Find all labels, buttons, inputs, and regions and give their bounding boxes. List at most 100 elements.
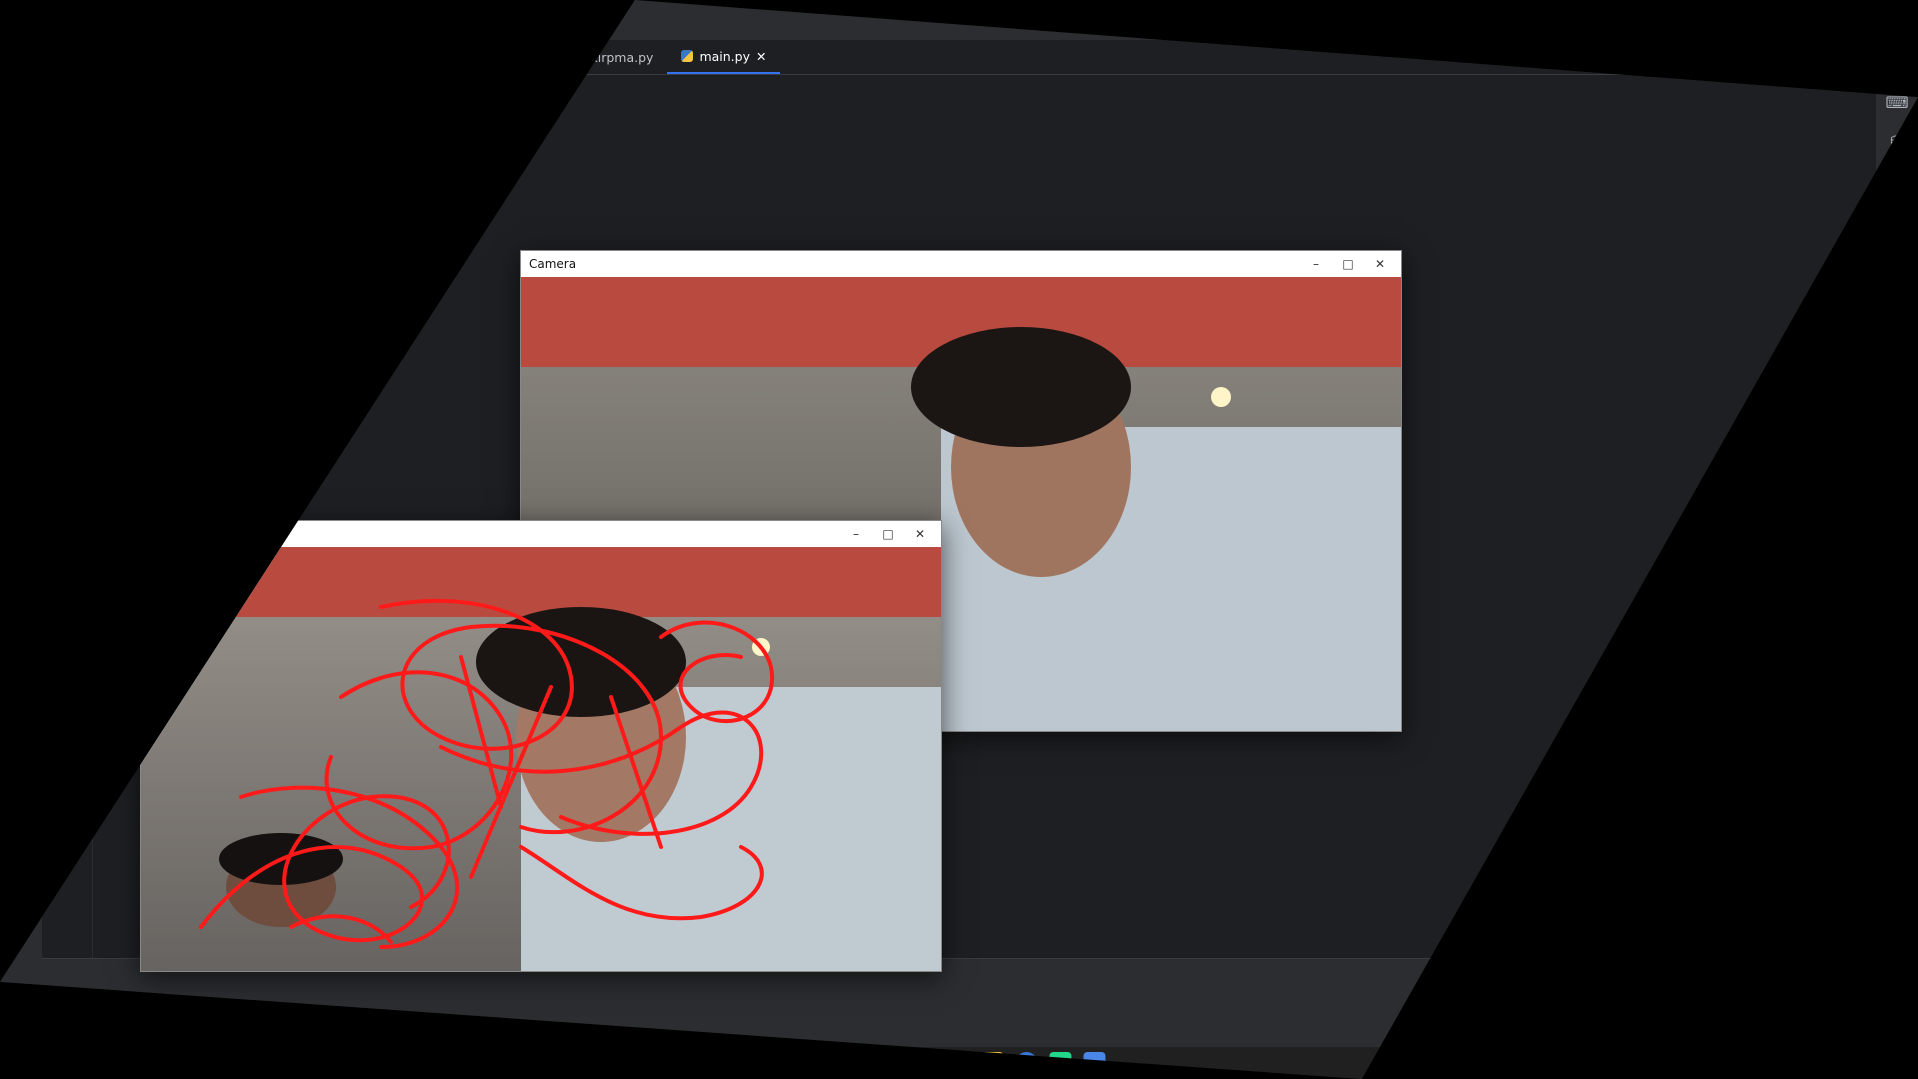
python-file-icon	[681, 50, 694, 62]
battery-icon[interactable]: ▭	[1818, 1056, 1829, 1070]
chevron-up-icon[interactable]: ^	[1752, 1056, 1762, 1070]
weather-temp: 12°C	[10, 1056, 40, 1070]
volume-icon[interactable]: 🔊	[1793, 1056, 1808, 1070]
breadcrumb-separator-icon: ›	[138, 1026, 144, 1040]
status-bar: goruntu_isleme_ders › main.py 37:33 CRLF…	[0, 1019, 1918, 1047]
minimize-icon[interactable]: –	[1850, 13, 1857, 28]
python-file-icon	[285, 51, 298, 63]
python-file-icon	[457, 51, 470, 63]
python-app-icon[interactable]	[1083, 1052, 1106, 1074]
ide-title-bar: ☰ Ggoruntu_isleme_ders ▾ ⑂ master ▾ Curr…	[0, 0, 1918, 40]
draw-maximize-icon[interactable]: □	[875, 527, 901, 541]
breadcrumb-project[interactable]: goruntu_isleme_ders	[10, 1026, 135, 1040]
chrome-icon[interactable]	[1015, 1052, 1038, 1074]
structure-icon[interactable]: ⧉	[15, 128, 26, 148]
weather-subtitle: Gelecek Pazartesi	[125, 1056, 233, 1070]
add-user-icon[interactable]: 👤	[1773, 13, 1789, 28]
main-menu-icon[interactable]: ☰	[10, 13, 22, 28]
python-interpreter[interactable]: Python 3.12 (goruntu_isleme_ders)	[1669, 1026, 1879, 1040]
python-console-icon[interactable]: ⌨	[1885, 93, 1908, 112]
draw-window[interactable]: ▣ Draw on Image – □ ✕	[140, 520, 942, 972]
search-label: Ara	[867, 1055, 888, 1070]
taskbar-search[interactable]: ⌕ Ara	[842, 1052, 902, 1074]
desktop-screen: ☰ Ggoruntu_isleme_ders ▾ ⑂ master ▾ Curr…	[0, 0, 1918, 1079]
project-badge-icon: G	[35, 11, 54, 29]
file-explorer-icon[interactable]	[981, 1052, 1004, 1074]
caret-position[interactable]: 37:33	[1460, 1026, 1495, 1040]
project-name: goruntu_isleme_ders	[57, 12, 194, 27]
weak-warning-icon: ▲4	[1811, 49, 1829, 63]
stop-button[interactable]: ■	[1710, 9, 1733, 31]
draw-close-icon[interactable]: ✕	[907, 527, 933, 541]
windows-start-icon[interactable]	[812, 1054, 831, 1072]
draw-titlebar[interactable]: ▣ Draw on Image – □ ✕	[141, 521, 941, 547]
plugins-icon[interactable]: ⊞	[14, 166, 27, 185]
rerun-icon[interactable]: ↻	[1660, 13, 1671, 28]
task-view-icon[interactable]	[947, 1052, 970, 1074]
tab-resim-kirpma[interactable]: 10_resim_kirpma.py	[272, 40, 444, 74]
drawing-canvas-image	[141, 547, 941, 971]
maximize-icon[interactable]: □	[1871, 13, 1883, 28]
terminal-icon[interactable]: ▤	[1889, 171, 1904, 190]
editor-tab-strip: renkli_pikselleri_yok_etme.py 10_resim_k…	[42, 40, 1876, 75]
tab-label: renkli_pikselleri_yok_etme.py	[74, 49, 258, 65]
tab-label: 10_resim_kirpma.py	[303, 49, 430, 65]
breadcrumb-file[interactable]: main.py	[147, 1026, 196, 1040]
left-tool-strip: ▭ ✧ ⧉ ⊞ ⋯	[0, 40, 42, 1019]
warning-count: 1	[1796, 49, 1804, 63]
search-icon[interactable]: ⌕	[1803, 13, 1810, 28]
notifications-icon[interactable]: 🔔	[1887, 54, 1907, 73]
tab-close-icon[interactable]: ✕	[756, 49, 766, 64]
drawing-canvas[interactable]	[141, 547, 941, 971]
debug-icon[interactable]: ✲	[1685, 13, 1696, 28]
line-number-gutter	[42, 75, 93, 959]
taskbar-center: ⌕ Ara	[812, 1052, 1106, 1074]
branch-icon: ⑂	[217, 12, 226, 28]
typo-count: 10	[1846, 49, 1862, 63]
bookmarks-icon[interactable]: ✧	[14, 91, 27, 110]
tab-renkli-pikselleri[interactable]: renkli_pikselleri_yok_etme.py	[42, 40, 272, 74]
branch-selector[interactable]: ⑂ master ▾	[218, 13, 286, 28]
project-tool-icon[interactable]: ▭	[13, 54, 28, 73]
tab-main[interactable]: main.py ✕	[667, 40, 781, 74]
clock-time: 17:40	[1873, 1048, 1908, 1063]
project-selector[interactable]: Ggoruntu_isleme_ders ▾	[35, 11, 204, 29]
tab-fare-ile-resim-kirpma[interactable]: 11_fare_ile_resim_kirpma.py	[444, 40, 668, 74]
tab-label: 11_fare_ile_resim_kirpma.py	[475, 49, 654, 65]
indent-setting[interactable]: 4 spaces	[1602, 1026, 1655, 1040]
settings-gear-icon[interactable]: ⚙	[1825, 13, 1837, 28]
camera-window-title: Camera	[529, 257, 577, 271]
weak-warning-count: 4	[1821, 49, 1829, 63]
file-encoding[interactable]: UTF-8	[1553, 1026, 1588, 1040]
more-tools-icon[interactable]: ⋯	[13, 203, 29, 222]
inspection-widget[interactable]: ▲1 ▲4 ✓10	[1773, 40, 1876, 74]
breadcrumb: goruntu_isleme_ders › main.py	[10, 1026, 196, 1040]
close-icon[interactable]: ✕	[1897, 13, 1908, 28]
weather-label: Sıcak dalgası	[43, 1056, 123, 1070]
warning-icon: ▲1	[1786, 49, 1804, 63]
pycharm-icon[interactable]	[1049, 1052, 1072, 1074]
clock[interactable]: 17:40 12.03.2025	[1839, 1048, 1908, 1076]
right-tool-strip: 🔔 ⌨ ⛁ ▤	[1876, 40, 1918, 1019]
branch-name: master	[229, 12, 276, 28]
more-actions-icon[interactable]: ⋮	[1746, 13, 1759, 28]
draw-window-title: Draw on Image	[166, 527, 258, 541]
line-ending[interactable]: CRLF	[1509, 1026, 1539, 1040]
weather-widget[interactable]: 12°C Sıcak dalgası Gelecek Pazartesi	[10, 1056, 232, 1070]
wifi-icon[interactable]: ◠	[1773, 1056, 1783, 1070]
copilot-icon[interactable]	[913, 1052, 936, 1074]
system-tray: ^ ◠ 🔊 ▭ 17:40 12.03.2025	[1752, 1048, 1908, 1076]
camera-titlebar[interactable]: Camera – □ ✕	[521, 251, 1401, 277]
typo-check-icon: ✓10	[1836, 49, 1862, 63]
camera-close-icon[interactable]: ✕	[1367, 257, 1393, 271]
run-config-label: Current File	[1552, 12, 1628, 28]
camera-maximize-icon[interactable]: □	[1335, 257, 1361, 271]
draw-minimize-icon[interactable]: –	[843, 527, 869, 541]
tab-label: main.py	[699, 48, 750, 64]
lock-icon[interactable]: 🔓	[1893, 1026, 1908, 1040]
python-file-icon	[56, 51, 68, 63]
camera-minimize-icon[interactable]: –	[1303, 257, 1329, 271]
database-icon[interactable]: ⛁	[1890, 132, 1903, 151]
clock-date: 12.03.2025	[1839, 1062, 1908, 1076]
run-config-selector[interactable]: Current File ▾	[1544, 9, 1647, 31]
